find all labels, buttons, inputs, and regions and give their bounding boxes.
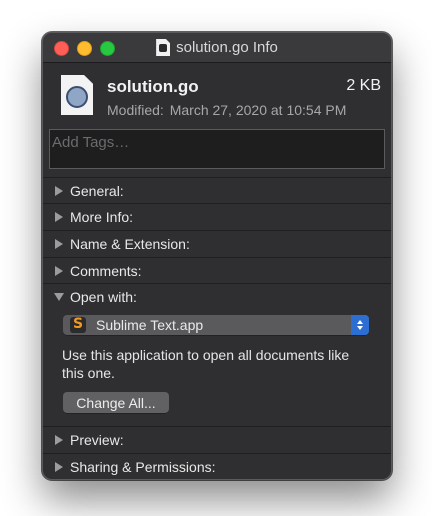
open-with-app-name: Sublime Text.app	[96, 317, 204, 333]
section-preview-label: Preview:	[70, 432, 124, 448]
section-name-extension-toggle[interactable]: Name & Extension:	[43, 231, 391, 257]
section-comments-label: Comments:	[70, 263, 142, 279]
disclosure-triangle-icon[interactable]	[55, 462, 63, 472]
section-preview-toggle[interactable]: Preview:	[43, 427, 391, 453]
modified-label: Modified:	[107, 102, 164, 118]
section-sharing-toggle[interactable]: Sharing & Permissions:	[43, 454, 391, 479]
file-size: 2 KB	[346, 77, 381, 94]
section-general-toggle[interactable]: General:	[43, 178, 391, 204]
tags-field[interactable]: Add Tags…	[49, 129, 385, 169]
select-arrows-icon[interactable]	[351, 315, 369, 335]
document-icon	[156, 39, 171, 56]
section-open-with-label: Open with:	[70, 289, 137, 305]
section-more-info-toggle[interactable]: More Info:	[43, 204, 391, 230]
section-open-with-toggle[interactable]: Open with:	[43, 284, 391, 310]
change-all-button[interactable]: Change All...	[63, 392, 169, 413]
modified-info: Modified: March 27, 2020 at 10:54 PM	[107, 102, 346, 118]
info-window: solution.go Info solution.go 2 KB Modifi…	[42, 32, 392, 480]
section-comments: Comments:	[43, 257, 391, 284]
disclosure-triangle-icon[interactable]	[55, 186, 63, 196]
go-file-icon	[61, 75, 93, 115]
section-name-extension: Name & Extension:	[43, 230, 391, 257]
section-general-label: General:	[70, 183, 124, 199]
section-sharing: Sharing & Permissions:	[43, 453, 391, 479]
section-name-extension-label: Name & Extension:	[70, 236, 190, 252]
modified-value: March 27, 2020 at 10:54 PM	[169, 102, 347, 118]
title-bar[interactable]: solution.go Info	[43, 33, 391, 63]
file-header: solution.go 2 KB Modified: March 27, 202…	[43, 63, 391, 125]
sublime-text-icon	[70, 316, 86, 333]
disclosure-triangle-icon[interactable]	[55, 435, 63, 445]
file-name: solution.go	[107, 77, 199, 96]
disclosure-triangle-icon[interactable]	[55, 212, 63, 222]
section-general: General:	[43, 177, 391, 204]
section-preview: Preview:	[43, 426, 391, 453]
window-title: solution.go Info	[176, 39, 278, 56]
disclosure-triangle-open-icon[interactable]	[54, 293, 64, 301]
open-with-app-select[interactable]: Sublime Text.app	[63, 315, 369, 335]
open-with-description: Use this application to open all documen…	[62, 347, 350, 381]
tags-placeholder: Add Tags…	[52, 134, 130, 151]
gopher-emblem	[66, 86, 88, 108]
section-more-info-label: More Info:	[70, 209, 134, 225]
section-more-info: More Info:	[43, 203, 391, 230]
section-sharing-label: Sharing & Permissions:	[70, 459, 216, 475]
window-title-group: solution.go Info	[43, 33, 391, 62]
disclosure-triangle-icon[interactable]	[55, 239, 63, 249]
disclosure-triangle-icon[interactable]	[55, 266, 63, 276]
section-open-with: Open with: Sublime Text.app Use this app…	[43, 283, 391, 427]
section-comments-toggle[interactable]: Comments:	[43, 258, 391, 284]
